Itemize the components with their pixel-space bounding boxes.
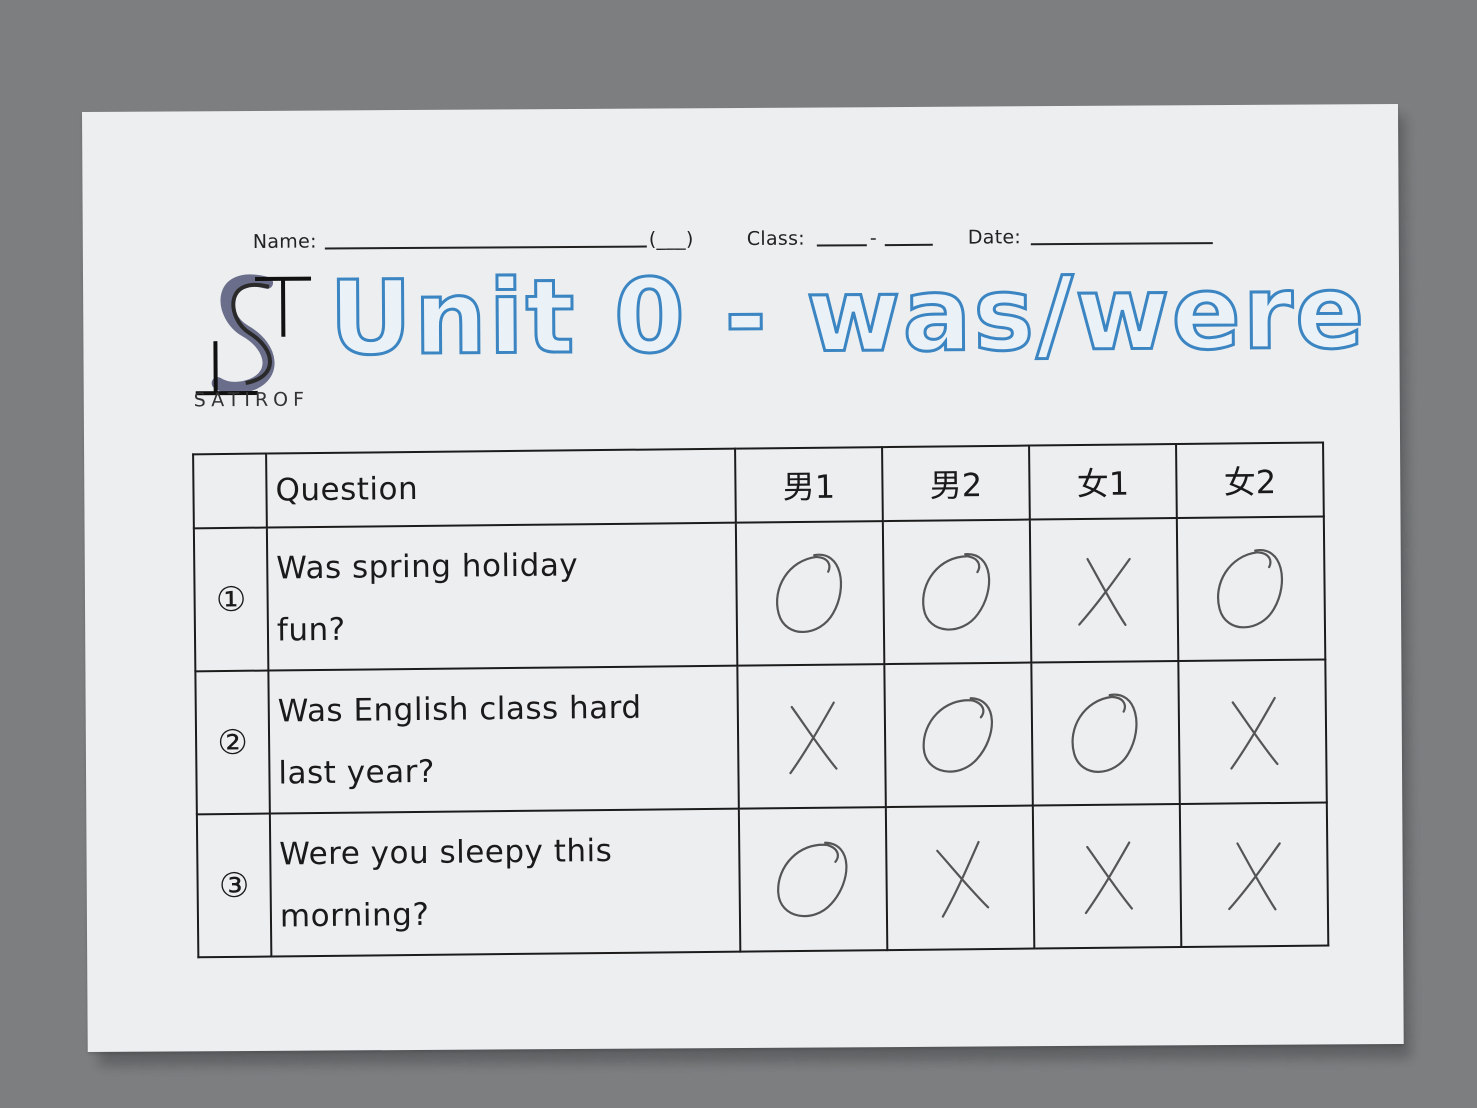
answer-mark [1029,518,1179,663]
header-number-cell [193,453,267,529]
answer-mark [738,807,888,952]
circle-mark-icon [921,552,990,631]
name-label: Name: [252,230,317,253]
header-boy-1: 男1 [735,447,883,523]
question-text: Was spring holiday fun? [266,522,738,671]
question-text: Were you sleepy this morning? [269,808,741,957]
class-line-2 [884,243,933,247]
question-line-1: Were you sleepy this [279,832,613,872]
survey-table: Question 男1 男2 女1 女2 ① Was spring holida… [192,441,1329,958]
question-line-2: fun? [276,611,346,648]
answer-mark [1032,804,1182,949]
cross-mark-icon [788,701,838,774]
answer-mark [884,662,1033,808]
worksheet-title: Unit 0 - was/were [327,252,1368,380]
cross-mark-icon [1084,840,1133,914]
table-row: ② Was English class hard last year? [195,659,1327,815]
answer-mark [737,664,886,809]
answer-mark [1176,516,1326,662]
question-line-1: Was spring holiday [276,546,579,586]
class-line-1 [816,244,867,247]
circle-mark-icon [1071,693,1137,773]
class-label: Class: [746,227,806,250]
name-line [324,245,647,250]
circle-mark-icon [776,841,847,917]
circle-mark-icon [1216,548,1283,628]
table-row: ③ Were you sleepy this morning? [196,802,1329,958]
cross-mark-icon [1077,557,1131,626]
worksheet-paper: Name: (___) Class: - Date: SATIROF Unit … [82,103,1404,1052]
question-text: Was English class hard last year? [268,665,739,814]
answer-mark [882,519,1032,665]
question-number: ③ [196,813,272,958]
question-line-1: Was English class hard [277,689,642,729]
answer-mark [885,805,1035,951]
table-row: ① Was spring holiday fun? [193,516,1326,672]
answer-mark [1178,659,1327,805]
question-line-2: morning? [279,896,430,934]
header-boy-2: 男2 [882,445,1030,522]
header-question: Question [266,448,736,528]
number-parens: (___) [648,228,694,251]
date-line [1030,242,1213,246]
header-girl-2: 女2 [1176,442,1324,519]
cross-mark-icon [1227,841,1281,910]
cross-mark-icon [935,840,989,918]
class-separator: - [869,227,878,250]
answer-mark [1031,661,1180,806]
question-number: ① [193,527,269,672]
question-line-2: last year? [278,753,436,791]
logo-wordmark: SATIROF [193,388,310,412]
date-label: Date: [967,226,1022,249]
circle-mark-icon [922,696,993,773]
header-row: Question 男1 男2 女1 女2 [193,442,1324,529]
header-girl-1: 女1 [1029,444,1177,520]
answer-mark [735,521,885,666]
circle-mark-icon [775,553,842,633]
answer-mark [1179,802,1329,948]
question-number: ② [195,670,270,815]
cross-mark-icon [1229,696,1278,770]
